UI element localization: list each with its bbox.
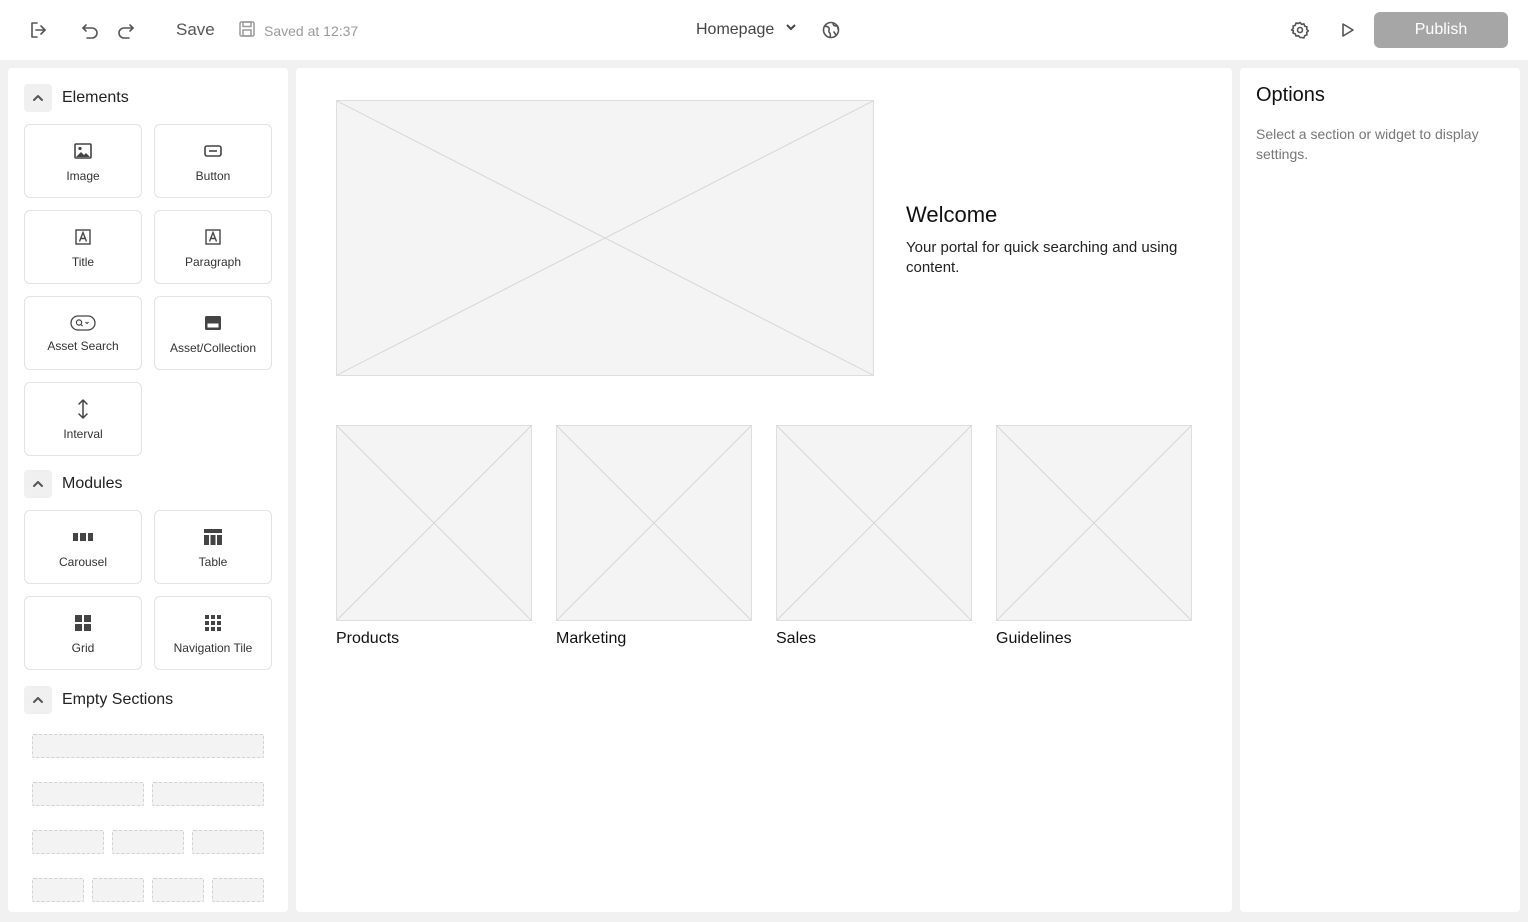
empty-section-4-column[interactable] <box>32 878 84 902</box>
empty-section-2-column[interactable] <box>32 782 144 806</box>
card-image-placeholder[interactable] <box>336 425 532 621</box>
options-hint: Select a section or widget to display se… <box>1256 126 1479 162</box>
element-tile-label: Image <box>66 169 100 183</box>
card-label-guidelines[interactable]: Guidelines <box>996 630 1072 648</box>
asset-collection-icon <box>155 313 271 333</box>
paragraph-icon <box>155 227 271 247</box>
chevron-up-icon[interactable] <box>24 686 52 714</box>
element-tile-label: Button <box>195 169 231 183</box>
asset-search-icon <box>25 313 141 333</box>
card-label-products[interactable]: Products <box>336 630 399 648</box>
play-icon[interactable] <box>1335 18 1359 42</box>
page-name: Homepage <box>696 20 775 38</box>
element-tile-paragraph[interactable]: Paragraph <box>154 210 272 284</box>
carousel-icon <box>25 527 141 547</box>
element-tile-image[interactable]: Image <box>24 124 142 198</box>
top-toolbar: Save Saved at 12:37 Homepage Publish <box>0 0 1528 60</box>
interval-icon <box>25 399 141 419</box>
image-icon <box>25 141 141 161</box>
options-title: Options <box>1256 84 1325 106</box>
saved-status-text: Saved at 12:37 <box>264 22 359 39</box>
elements-section-header[interactable]: Elements <box>24 84 129 112</box>
table-icon <box>155 527 271 547</box>
save-button[interactable]: Save <box>176 20 215 40</box>
module-tile-label: Table <box>198 555 228 569</box>
element-tile-asset-collection[interactable]: Asset/Collection <box>154 296 272 370</box>
button-icon <box>155 141 271 161</box>
element-tile-label: Interval <box>63 427 103 441</box>
element-tile-button[interactable]: Button <box>154 124 272 198</box>
chevron-up-icon[interactable] <box>24 470 52 498</box>
globe-icon[interactable] <box>819 18 843 42</box>
element-tile-label: Asset/Collection <box>169 341 257 355</box>
floppy-disk-icon <box>238 20 256 41</box>
empty-section-3-column[interactable] <box>112 830 184 854</box>
card-label-marketing[interactable]: Marketing <box>556 630 626 648</box>
module-tile-label: Grid <box>71 641 95 655</box>
undo-icon[interactable] <box>78 18 102 42</box>
gear-icon[interactable] <box>1288 18 1312 42</box>
element-tile-title[interactable]: Title <box>24 210 142 284</box>
card-label-sales[interactable]: Sales <box>776 630 816 648</box>
publish-button[interactable]: Publish <box>1374 12 1508 48</box>
empty-section-4-column[interactable] <box>92 878 144 902</box>
modules-section-title: Modules <box>62 475 123 492</box>
empty-section-1-column[interactable] <box>32 734 264 758</box>
empty-sections-header[interactable]: Empty Sections <box>24 686 173 714</box>
empty-section-4-column[interactable] <box>212 878 264 902</box>
grid-icon <box>25 613 141 633</box>
saved-status: Saved at 12:37 <box>238 20 358 41</box>
module-tile-label: Navigation Tile <box>173 641 253 655</box>
element-tile-interval[interactable]: Interval <box>24 382 142 456</box>
element-tile-asset-search[interactable]: Asset Search <box>24 296 142 370</box>
hero-subtitle[interactable]: Your portal for quick searching and usin… <box>906 238 1186 278</box>
card-image-placeholder[interactable] <box>556 425 752 621</box>
title-icon <box>25 227 141 247</box>
card-image-placeholder[interactable] <box>996 425 1192 621</box>
element-tile-label: Asset Search <box>47 339 119 353</box>
page-selector[interactable]: Homepage <box>696 20 798 39</box>
chevron-up-icon[interactable] <box>24 84 52 112</box>
element-tile-label: Title <box>71 255 95 269</box>
module-tile-table[interactable]: Table <box>154 510 272 584</box>
hero-image-placeholder[interactable] <box>336 100 874 376</box>
module-tile-navigation-tile[interactable]: Navigation Tile <box>154 596 272 670</box>
options-panel: Options Select a section or widget to di… <box>1240 68 1520 912</box>
page-canvas: Welcome Your portal for quick searching … <box>296 68 1232 912</box>
modules-section-header[interactable]: Modules <box>24 470 122 498</box>
redo-icon[interactable] <box>114 18 138 42</box>
empty-section-2-column[interactable] <box>152 782 264 806</box>
widget-library-panel: Elements Image Button Title Paragraph As… <box>8 68 288 912</box>
exit-icon[interactable] <box>26 18 50 42</box>
empty-section-3-column[interactable] <box>192 830 264 854</box>
module-tile-carousel[interactable]: Carousel <box>24 510 142 584</box>
empty-section-3-column[interactable] <box>32 830 104 854</box>
module-tile-grid[interactable]: Grid <box>24 596 142 670</box>
empty-sections-title: Empty Sections <box>62 691 174 708</box>
elements-section-title: Elements <box>62 89 129 106</box>
element-tile-label: Paragraph <box>184 255 242 269</box>
card-image-placeholder[interactable] <box>776 425 972 621</box>
chevron-down-icon <box>784 20 798 39</box>
hero-title[interactable]: Welcome <box>906 202 997 228</box>
empty-section-4-column[interactable] <box>152 878 204 902</box>
navigation-tile-icon <box>155 613 271 633</box>
module-tile-label: Carousel <box>58 555 108 569</box>
